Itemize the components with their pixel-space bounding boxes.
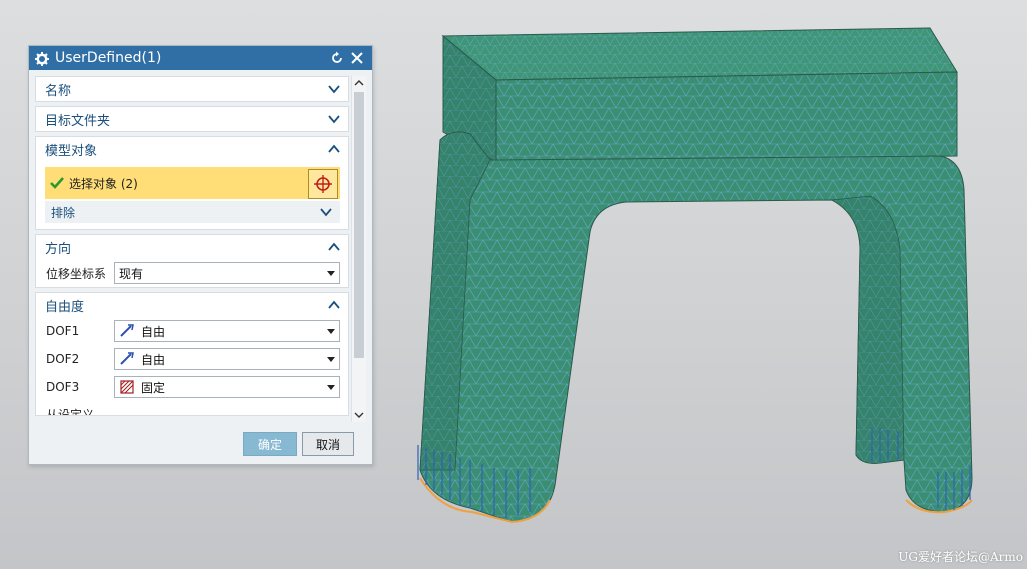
scroll-down-icon[interactable] xyxy=(354,410,364,420)
user-defined-constraint-dialog: UserDefined(1) 名称 目标文件夹 模型对象 选择对象 (2) 排除… xyxy=(28,45,373,465)
section-label: 目标文件夹 xyxy=(45,113,111,129)
dialog-footer: 确定 取消 xyxy=(29,422,372,464)
chevron-down-icon xyxy=(328,85,340,94)
reset-icon[interactable] xyxy=(328,49,346,67)
crosshair-select-icon[interactable] xyxy=(308,169,338,199)
block-front-face xyxy=(495,71,958,163)
free-dof-icon xyxy=(120,324,134,337)
dof-partial-row: 从设定义 xyxy=(36,401,348,416)
exclude-label: 排除 xyxy=(51,205,76,220)
dialog-scrollbar[interactable] xyxy=(351,76,366,422)
chevron-up-icon xyxy=(328,300,340,309)
section-name: 名称 xyxy=(35,76,349,102)
dof-row: DOF3 固定 xyxy=(36,373,348,401)
block-top-face xyxy=(441,27,958,81)
dof2-select[interactable]: 自由 xyxy=(114,348,340,370)
right-leg-inner xyxy=(830,195,905,464)
gear-icon xyxy=(35,51,49,66)
section-header-model-objects[interactable]: 模型对象 xyxy=(36,137,348,161)
free-dof-icon xyxy=(120,352,134,365)
dof1-select[interactable]: 自由 xyxy=(114,320,340,342)
section-model-objects: 模型对象 选择对象 (2) 排除 xyxy=(35,136,349,230)
scrollbar-thumb[interactable] xyxy=(354,92,364,358)
dropdown-arrow-icon xyxy=(327,384,335,390)
chevron-up-icon xyxy=(328,242,340,251)
dof-partial-label: 从设定义 xyxy=(46,407,95,416)
checkmark-icon xyxy=(50,177,64,189)
dialog-title: UserDefined(1) xyxy=(55,50,162,66)
section-label: 自由度 xyxy=(45,299,85,315)
dropdown-arrow-icon xyxy=(327,328,335,334)
dof-label: DOF1 xyxy=(46,324,80,338)
chevron-up-icon xyxy=(328,144,340,153)
coord-system-select[interactable]: 现有 xyxy=(114,262,340,284)
dof-row: DOF1 自由 xyxy=(36,317,348,345)
section-header-direction[interactable]: 方向 xyxy=(36,235,348,259)
chevron-down-icon xyxy=(320,208,332,217)
dof-label: DOF2 xyxy=(46,352,80,366)
scroll-up-icon[interactable] xyxy=(354,78,364,88)
dropdown-arrow-icon xyxy=(327,356,335,362)
chevron-down-icon xyxy=(328,115,340,124)
section-label: 名称 xyxy=(45,83,72,99)
select-objects-label: 选择对象 (2) xyxy=(69,176,138,191)
section-direction: 方向 位移坐标系 现有 xyxy=(35,234,349,288)
close-icon[interactable] xyxy=(348,49,366,67)
coord-system-row: 位移坐标系 现有 xyxy=(36,259,348,287)
select-objects-row[interactable]: 选择对象 (2) xyxy=(45,167,340,199)
coord-system-label: 位移坐标系 xyxy=(46,266,107,281)
watermark-text: UG爱好者论坛@Armo xyxy=(898,550,1023,564)
ok-button[interactable]: 确定 xyxy=(243,432,297,456)
dof-label: DOF3 xyxy=(46,380,80,394)
section-label: 方向 xyxy=(45,241,72,257)
dropdown-arrow-icon xyxy=(327,270,335,276)
cancel-button[interactable]: 取消 xyxy=(302,432,354,456)
section-label: 模型对象 xyxy=(45,143,98,159)
section-header-name[interactable]: 名称 xyxy=(36,77,348,101)
stool-model[interactable] xyxy=(417,27,973,524)
section-header-dof[interactable]: 自由度 xyxy=(36,293,348,317)
exclude-subsection[interactable]: 排除 xyxy=(45,201,340,223)
fixed-dof-icon xyxy=(120,380,134,394)
section-header-target-folder[interactable]: 目标文件夹 xyxy=(36,107,348,131)
dof-row: DOF2 自由 xyxy=(36,345,348,373)
section-target-folder: 目标文件夹 xyxy=(35,106,349,132)
dialog-titlebar[interactable]: UserDefined(1) xyxy=(29,46,372,70)
dialog-content: 名称 目标文件夹 模型对象 选择对象 (2) 排除 方向 位移坐标系 现有 自由… xyxy=(35,76,349,420)
dof3-select[interactable]: 固定 xyxy=(114,376,340,398)
section-dof: 自由度 DOF1 自由 DOF2 自由 DOF3 固定 从设定义 xyxy=(35,292,349,416)
